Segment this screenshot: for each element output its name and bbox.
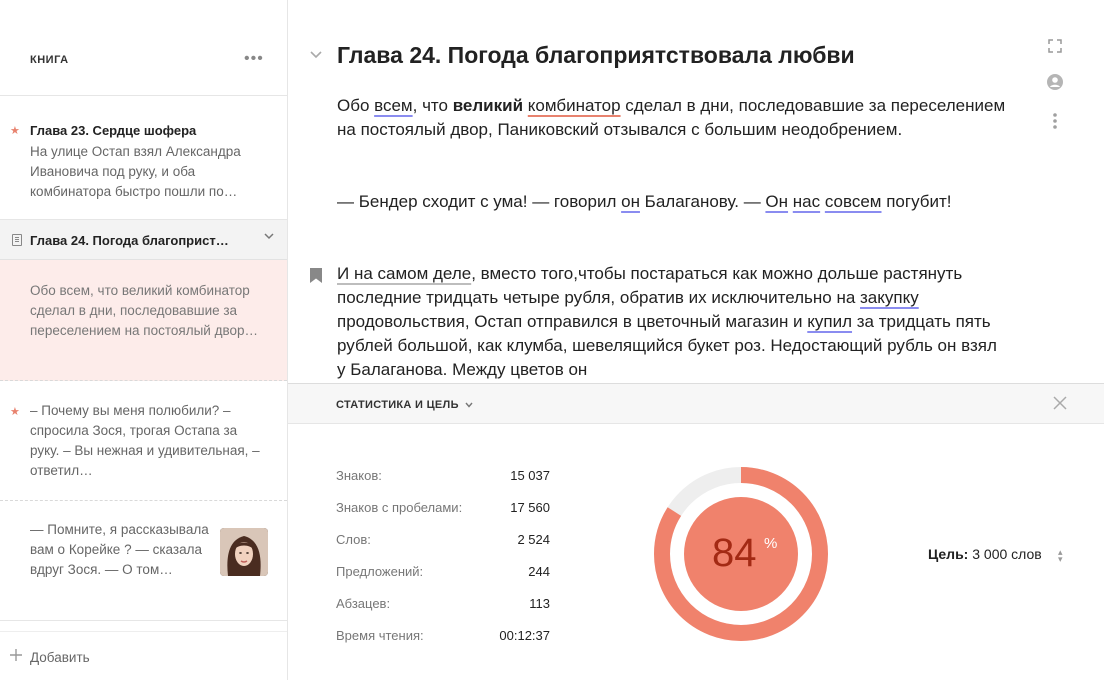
marked-word: нас xyxy=(792,192,821,211)
fullscreen-icon[interactable] xyxy=(1047,38,1063,54)
doc-icon xyxy=(12,234,22,246)
chapter-title[interactable]: Глава 24. Погода благоприятствовала любв… xyxy=(337,42,855,69)
sidebar-header: КНИГА ••• xyxy=(0,0,287,96)
stats-title: СТАТИСТИКА И ЦЕЛЬ xyxy=(336,399,459,411)
stat-row: Предложений: 244 xyxy=(336,564,556,584)
paragraph[interactable]: И на самом деле, вместо того,чтобы поста… xyxy=(337,262,1007,382)
dots-vertical-icon[interactable] xyxy=(1047,112,1063,129)
marked-word: Он xyxy=(765,192,789,211)
sidebar-item-scene[interactable]: — Помните, я рассказывала вам о Корейке … xyxy=(0,501,287,621)
sidebar-item-scene[interactable]: ★ – Почему вы меня полюбили? – спросила … xyxy=(0,381,287,501)
stats-header: СТАТИСТИКА И ЦЕЛЬ xyxy=(288,384,1104,424)
percent-value: 84 xyxy=(712,531,757,575)
marked-word: купил xyxy=(807,312,853,331)
stat-label: Время чтения: xyxy=(336,628,424,643)
close-icon[interactable] xyxy=(1052,395,1068,416)
stat-row: Знаков: 15 037 xyxy=(336,468,556,488)
star-icon: ★ xyxy=(10,125,20,137)
stat-row: Знаков с пробелами: 17 560 xyxy=(336,500,556,520)
percent-sign: % xyxy=(764,535,778,552)
editor: Глава 24. Погода благоприятствовала любв… xyxy=(289,0,1104,384)
stat-value: 244 xyxy=(528,564,550,579)
stats-panel: СТАТИСТИКА И ЦЕЛЬ Знаков: 15 037 Знаков с… xyxy=(288,383,1104,680)
add-label: Добавить xyxy=(30,650,90,665)
marked-word: всем xyxy=(374,96,413,115)
stat-value: 00:12:37 xyxy=(499,628,550,643)
star-icon: ★ xyxy=(10,406,20,418)
more-icon[interactable]: ••• xyxy=(244,50,264,68)
paragraph[interactable]: — Бендер сходит с ума! — говорил он Бала… xyxy=(337,190,1007,214)
sidebar-item-preview: – Почему вы меня полюбили? – спросила Зо… xyxy=(30,403,260,478)
sidebar-item-chapter-23[interactable]: ★ Глава 23. Сердце шофера На улице Остап… xyxy=(0,96,287,220)
add-button[interactable]: Добавить xyxy=(0,631,287,680)
stat-row: Слов: 2 524 xyxy=(336,532,556,552)
plus-icon xyxy=(10,648,22,666)
stat-label: Знаков с пробелами: xyxy=(336,500,463,515)
marked-word: комбинатор xyxy=(527,96,621,115)
chevron-down-icon xyxy=(465,402,473,408)
goal-selector[interactable]: Цель: 3 000 слов xyxy=(928,546,1042,562)
goal-value: 3 000 слов xyxy=(972,546,1042,562)
sidebar-item-scene-selected[interactable]: Обо всем, что великий комбинатор сделал … xyxy=(0,260,287,381)
sidebar-item-preview: — Помните, я рассказывала вам о Корейке … xyxy=(30,522,209,577)
stat-label: Слов: xyxy=(336,532,371,547)
stat-value: 2 524 xyxy=(517,532,550,547)
stat-value: 15 037 xyxy=(510,468,550,483)
chevron-down-icon[interactable] xyxy=(264,232,274,243)
user-icon[interactable] xyxy=(1047,74,1063,90)
percent-display: 84 % xyxy=(654,467,828,641)
stat-label: Предложений: xyxy=(336,564,424,579)
bold-word: великий xyxy=(452,96,524,115)
sidebar: КНИГА ••• ★ Глава 23. Сердце шофера На у… xyxy=(0,0,288,680)
marked-word: закупку xyxy=(860,288,919,307)
stat-label: Знаков: xyxy=(336,468,382,483)
goal-label: Цель: xyxy=(928,546,969,562)
stat-value: 113 xyxy=(529,596,550,611)
stat-value: 17 560 xyxy=(510,500,550,515)
goal-progress-donut: 84 % xyxy=(654,467,828,641)
sidebar-item-preview: На улице Остап взял Александра Ивановича… xyxy=(30,144,241,199)
stat-row: Время чтения: 00:12:37 xyxy=(336,628,556,648)
marked-word: совсем xyxy=(824,192,882,211)
stat-label: Абзацев: xyxy=(336,596,391,611)
sidebar-item-title: Глава 24. Погода благоприст… xyxy=(30,233,229,248)
sidebar-item-title: Глава 23. Сердце шофера xyxy=(30,123,197,138)
text-span: погубит! xyxy=(881,192,952,211)
text-span: Балаганову. — xyxy=(639,192,766,211)
marked-word: он xyxy=(621,192,640,211)
text-span: — Бендер сходит с ума! — говорил xyxy=(337,192,622,211)
stats-title-dropdown[interactable]: СТАТИСТИКА И ЦЕЛЬ xyxy=(336,399,473,411)
avatar xyxy=(220,528,268,576)
sidebar-item-preview: Обо всем, что великий комбинатор сделал … xyxy=(30,283,258,338)
sidebar-item-chapter-24[interactable]: Глава 24. Погода благоприст… xyxy=(0,220,287,260)
sidebar-title: КНИГА xyxy=(30,54,69,66)
stepper-icon[interactable]: ▴ ▾ xyxy=(1058,548,1063,564)
marked-phrase: И на самом деле xyxy=(337,264,472,283)
bookmark-icon[interactable] xyxy=(310,268,322,283)
text-span: Обо xyxy=(337,96,375,115)
text-span: продовольствия, Остап отправился в цвето… xyxy=(337,312,808,331)
stat-row: Абзацев: 113 xyxy=(336,596,556,616)
text-span: , что xyxy=(412,96,453,115)
paragraph[interactable]: Обо всем, что великий комбинатор сделал … xyxy=(337,94,1007,142)
chevron-down-icon[interactable] xyxy=(309,48,323,63)
